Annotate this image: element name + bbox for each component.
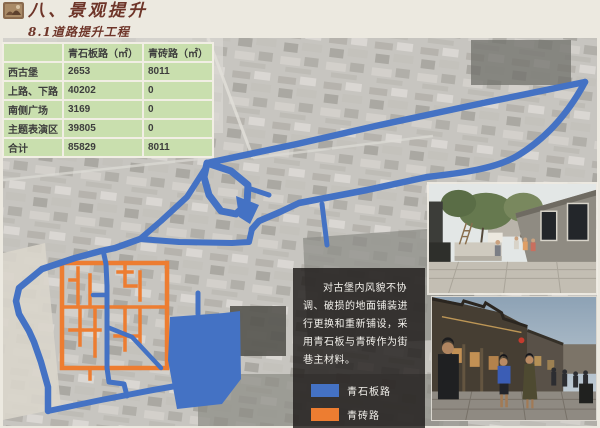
row-label: 主题表演区 bbox=[3, 119, 63, 138]
cell-slab: 3169 bbox=[63, 100, 143, 119]
header-brick: 青砖路（㎡） bbox=[143, 43, 213, 62]
legend-item-brick: 青砖路 bbox=[311, 407, 415, 422]
table-row-total: 合计 85829 8011 bbox=[3, 138, 213, 157]
map-legend: 青石板路 青砖路 bbox=[303, 383, 415, 422]
table-header-row: 青石板路（㎡） 青砖路（㎡） bbox=[3, 43, 213, 62]
cell-slab: 39805 bbox=[63, 119, 143, 138]
page-subtitle: 8.1道路提升工程 bbox=[28, 23, 148, 40]
header-blank bbox=[3, 43, 63, 62]
row-label: 上路、下路 bbox=[3, 81, 63, 100]
road-area-table: 青石板路（㎡） 青砖路（㎡） 西古堡 2653 8011 上路、下路 40202… bbox=[2, 42, 214, 158]
legend-label: 青砖路 bbox=[347, 407, 380, 422]
cell-brick: 0 bbox=[143, 119, 213, 138]
row-label: 合计 bbox=[3, 138, 63, 157]
cell-brick: 8011 bbox=[143, 138, 213, 157]
cell-brick: 8011 bbox=[143, 62, 213, 81]
section-decoration-icon bbox=[3, 2, 24, 19]
note-text: 对古堡内风貌不协调、破损的地面铺装进行更换和重新铺设，采用青石板与青砖作为街巷主… bbox=[303, 280, 415, 370]
cell-slab: 40202 bbox=[63, 81, 143, 100]
photo-street-dusk-illustration bbox=[432, 297, 596, 420]
legend-label: 青石板路 bbox=[347, 383, 391, 398]
photo-stone-street-day bbox=[427, 182, 598, 295]
photo-traditional-street-dusk bbox=[431, 296, 597, 421]
table-row: 上路、下路 40202 0 bbox=[3, 81, 213, 100]
table-row: 南侧广场 3169 0 bbox=[3, 100, 213, 119]
cell-brick: 0 bbox=[143, 100, 213, 119]
legend-item-stone-slab: 青石板路 bbox=[311, 383, 415, 398]
legend-swatch-orange bbox=[311, 408, 339, 421]
slide: { "slide": { "title": "八、景观提升", "subtitl… bbox=[0, 0, 600, 428]
row-label: 西古堡 bbox=[3, 62, 63, 81]
slide-header: 八、景观提升 8.1道路提升工程 bbox=[3, 2, 148, 40]
legend-swatch-blue bbox=[311, 384, 339, 397]
header-stone-slab: 青石板路（㎡） bbox=[63, 43, 143, 62]
note-box: 对古堡内风貌不协调、破损的地面铺装进行更换和重新铺设，采用青石板与青砖作为街巷主… bbox=[293, 268, 425, 428]
map-dark-patch bbox=[471, 40, 571, 85]
table-row: 西古堡 2653 8011 bbox=[3, 62, 213, 81]
cell-slab: 2653 bbox=[63, 62, 143, 81]
photo-street-day-illustration bbox=[429, 184, 596, 293]
cell-slab: 85829 bbox=[63, 138, 143, 157]
page-title: 八、景观提升 bbox=[28, 2, 148, 21]
cell-brick: 0 bbox=[143, 81, 213, 100]
row-label: 南侧广场 bbox=[3, 100, 63, 119]
table-row: 主题表演区 39805 0 bbox=[3, 119, 213, 138]
